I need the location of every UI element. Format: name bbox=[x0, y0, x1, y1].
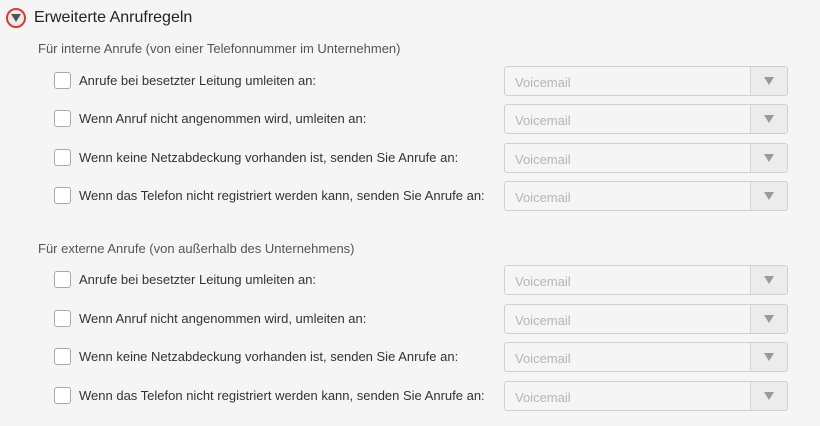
external-calls-title: Für externe Anrufe (von außerhalb des Un… bbox=[38, 241, 355, 256]
external-no-coverage-select[interactable]: Voicemail bbox=[504, 342, 788, 372]
rule-label: Anrufe bei besetzter Leitung umleiten an… bbox=[79, 272, 317, 287]
internal-calls-title: Für interne Anrufe (von einer Telefonnum… bbox=[38, 41, 401, 56]
advanced-call-rules-header: Erweiterte Anrufregeln bbox=[6, 6, 192, 30]
dropdown-button[interactable] bbox=[750, 382, 787, 410]
internal-rule-no-coverage: Wenn keine Netzabdeckung vorhanden ist, … bbox=[54, 143, 788, 173]
dropdown-button[interactable] bbox=[750, 182, 787, 210]
external-no-coverage-checkbox[interactable] bbox=[54, 348, 71, 365]
section-heading: Erweiterte Anrufregeln bbox=[34, 9, 193, 26]
internal-no-answer-select[interactable]: Voicemail bbox=[504, 104, 788, 134]
triangle-down-icon bbox=[764, 115, 774, 123]
internal-busy-checkbox[interactable] bbox=[54, 72, 71, 89]
internal-no-coverage-checkbox[interactable] bbox=[54, 149, 71, 166]
internal-rule-no-answer: Wenn Anruf nicht angenommen wird, umleit… bbox=[54, 104, 788, 134]
select-value: Voicemail bbox=[515, 351, 571, 366]
dropdown-button[interactable] bbox=[750, 144, 787, 172]
rule-label: Wenn das Telefon nicht registriert werde… bbox=[79, 188, 485, 203]
external-no-answer-checkbox[interactable] bbox=[54, 310, 71, 327]
collapse-toggle-button[interactable] bbox=[6, 8, 26, 28]
dropdown-button[interactable] bbox=[750, 67, 787, 95]
internal-unregistered-checkbox[interactable] bbox=[54, 187, 71, 204]
external-rule-unregistered: Wenn das Telefon nicht registriert werde… bbox=[54, 381, 788, 411]
select-value: Voicemail bbox=[515, 274, 571, 289]
rule-label: Wenn Anruf nicht angenommen wird, umleit… bbox=[79, 311, 367, 326]
select-value: Voicemail bbox=[515, 113, 571, 128]
triangle-down-icon bbox=[764, 315, 774, 323]
external-no-answer-select[interactable]: Voicemail bbox=[504, 304, 788, 334]
external-rule-no-answer: Wenn Anruf nicht angenommen wird, umleit… bbox=[54, 304, 788, 334]
dropdown-button[interactable] bbox=[750, 305, 787, 333]
external-busy-select[interactable]: Voicemail bbox=[504, 265, 788, 295]
internal-no-coverage-select[interactable]: Voicemail bbox=[504, 143, 788, 173]
select-value: Voicemail bbox=[515, 313, 571, 328]
rule-label: Wenn keine Netzabdeckung vorhanden ist, … bbox=[79, 150, 459, 165]
select-value: Voicemail bbox=[515, 390, 571, 405]
triangle-down-icon bbox=[764, 392, 774, 400]
rule-label: Wenn Anruf nicht angenommen wird, umleit… bbox=[79, 111, 367, 126]
external-unregistered-select[interactable]: Voicemail bbox=[504, 381, 788, 411]
triangle-down-icon bbox=[764, 276, 774, 284]
external-unregistered-checkbox[interactable] bbox=[54, 387, 71, 404]
triangle-down-icon bbox=[764, 77, 774, 85]
triangle-down-icon bbox=[11, 14, 21, 22]
internal-rule-unregistered: Wenn das Telefon nicht registriert werde… bbox=[54, 181, 788, 211]
external-rule-no-coverage: Wenn keine Netzabdeckung vorhanden ist, … bbox=[54, 342, 788, 372]
rule-label: Anrufe bei besetzter Leitung umleiten an… bbox=[79, 73, 317, 88]
triangle-down-icon bbox=[764, 192, 774, 200]
triangle-down-icon bbox=[764, 353, 774, 361]
select-value: Voicemail bbox=[515, 75, 571, 90]
internal-busy-select[interactable]: Voicemail bbox=[504, 66, 788, 96]
dropdown-button[interactable] bbox=[750, 105, 787, 133]
external-busy-checkbox[interactable] bbox=[54, 271, 71, 288]
external-rule-busy: Anrufe bei besetzter Leitung umleiten an… bbox=[54, 265, 788, 295]
internal-no-answer-checkbox[interactable] bbox=[54, 110, 71, 127]
select-value: Voicemail bbox=[515, 190, 571, 205]
dropdown-button[interactable] bbox=[750, 266, 787, 294]
rule-label: Wenn keine Netzabdeckung vorhanden ist, … bbox=[79, 349, 459, 364]
triangle-down-icon bbox=[764, 154, 774, 162]
internal-rule-busy: Anrufe bei besetzter Leitung umleiten an… bbox=[54, 66, 788, 96]
select-value: Voicemail bbox=[515, 152, 571, 167]
dropdown-button[interactable] bbox=[750, 343, 787, 371]
internal-unregistered-select[interactable]: Voicemail bbox=[504, 181, 788, 211]
rule-label: Wenn das Telefon nicht registriert werde… bbox=[79, 388, 485, 403]
